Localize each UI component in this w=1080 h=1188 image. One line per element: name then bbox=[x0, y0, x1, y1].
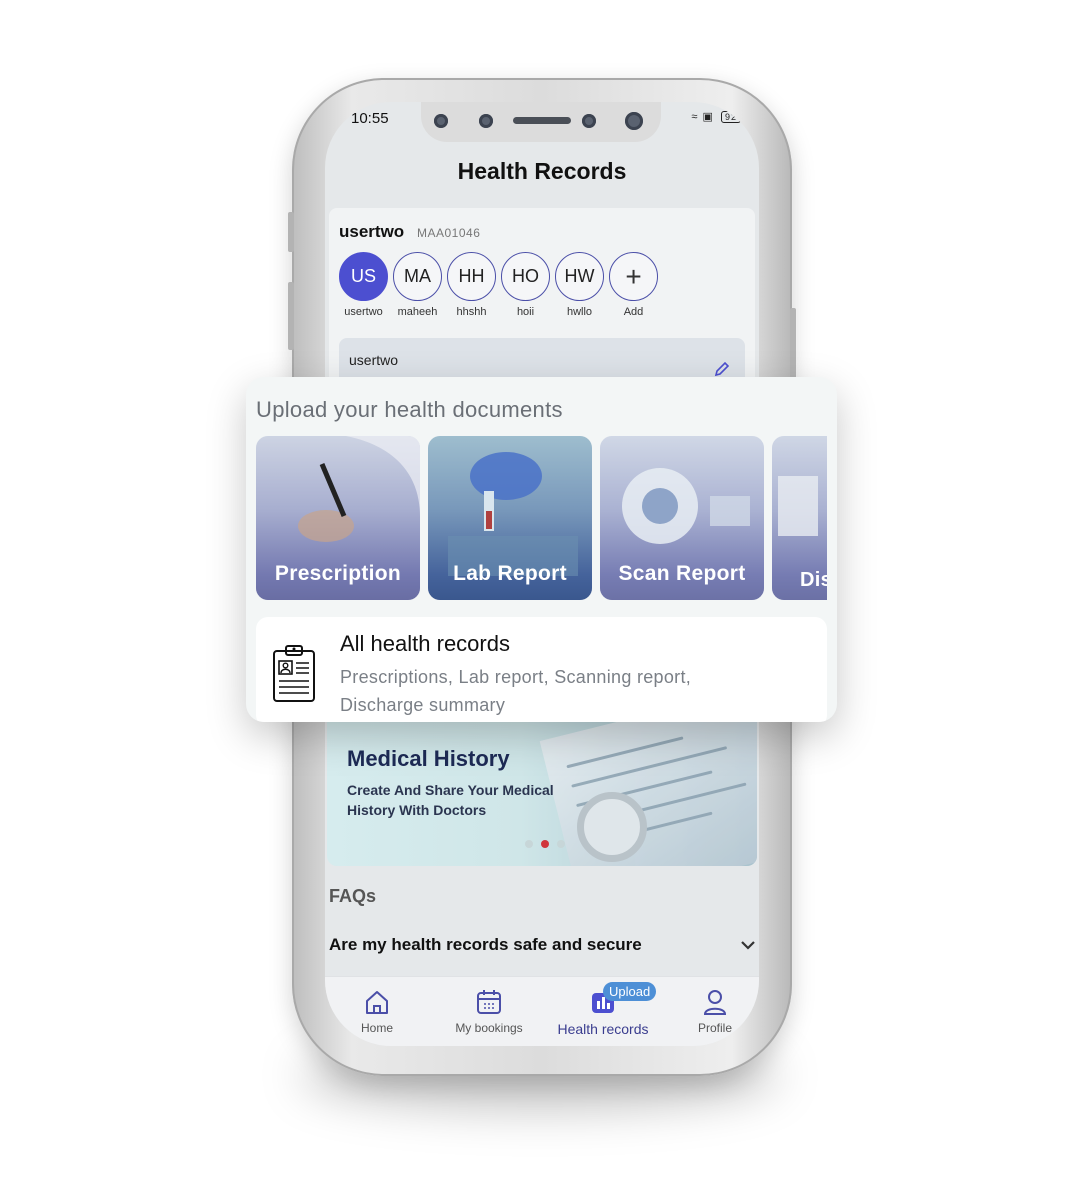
nav-home[interactable]: Home bbox=[327, 987, 427, 1035]
medical-record-clipboard-icon bbox=[273, 645, 315, 702]
side-button bbox=[288, 212, 294, 252]
member-label: hhshh bbox=[456, 306, 487, 318]
tile-label: Dis Su bbox=[800, 569, 827, 591]
member-label: hwllo bbox=[566, 306, 593, 318]
sensor-icon bbox=[479, 114, 493, 128]
member-hwllo[interactable]: HW hwllo bbox=[555, 252, 604, 318]
tile-label: Lab Report bbox=[453, 562, 567, 585]
upload-heading: Upload your health documents bbox=[256, 397, 563, 422]
all-records-subtitle: Prescriptions, Lab report, Scanning repo… bbox=[340, 667, 692, 715]
nav-label: Health records bbox=[557, 1021, 649, 1037]
avatar[interactable]: HH bbox=[447, 252, 496, 301]
status-time: 10:55 bbox=[351, 110, 389, 127]
banner-title: Medical History bbox=[347, 746, 510, 771]
discharge-summary-tile[interactable]: Dis Su bbox=[772, 436, 827, 600]
member-hhshh[interactable]: HH hhshh bbox=[447, 252, 496, 318]
avatar[interactable]: HW bbox=[555, 252, 604, 301]
sim-icon: ▣ bbox=[702, 111, 714, 123]
all-health-records-item[interactable]: All health records Prescriptions, Lab re… bbox=[256, 617, 827, 722]
user-id: MAA01046 bbox=[417, 226, 481, 240]
document-type-carousel: Prescription Lab Report Scan Report Dis bbox=[256, 436, 827, 600]
member-label: Add bbox=[623, 306, 644, 318]
upload-badge[interactable]: Upload bbox=[603, 982, 657, 1001]
nav-label: My bookings bbox=[455, 1021, 523, 1035]
user-icon bbox=[703, 990, 727, 1015]
wifi-icon: ≈ bbox=[691, 111, 699, 123]
camera-notch bbox=[421, 102, 661, 142]
tile-label: Scan Report bbox=[618, 562, 746, 585]
tile-label: Prescription bbox=[274, 562, 402, 585]
add-member-button[interactable]: + Add bbox=[609, 252, 658, 318]
battery-icon: 92 bbox=[720, 111, 741, 123]
front-camera-icon bbox=[625, 112, 643, 130]
status-icons: ≈ ▣ 92 bbox=[691, 110, 741, 123]
sensor-icon bbox=[582, 114, 596, 128]
banner-subtitle: Create And Share Your Medical History Wi… bbox=[347, 782, 554, 818]
selected-member-name: usertwo bbox=[349, 352, 399, 368]
member-maheeh[interactable]: MA maheeh bbox=[393, 252, 442, 318]
stethoscope-icon bbox=[577, 792, 647, 862]
speaker-grille bbox=[513, 117, 571, 124]
upload-documents-card: Upload your health documents Prescriptio… bbox=[246, 377, 837, 722]
nav-profile[interactable]: Profile bbox=[665, 987, 759, 1035]
avatar[interactable]: US bbox=[339, 252, 388, 301]
nav-my-bookings[interactable]: My bookings bbox=[439, 987, 539, 1035]
chevron-down-icon[interactable] bbox=[737, 934, 759, 956]
calendar-icon bbox=[477, 990, 501, 1014]
member-label: maheeh bbox=[397, 306, 438, 318]
plus-icon[interactable]: + bbox=[609, 252, 658, 301]
carousel-dot-active[interactable] bbox=[541, 840, 549, 848]
nav-label: Profile bbox=[697, 1021, 732, 1035]
page-title: Health Records bbox=[457, 158, 627, 184]
all-records-title: All health records bbox=[340, 631, 510, 656]
member-usertwo[interactable]: US usertwo bbox=[339, 252, 388, 318]
lab-report-tile[interactable]: Lab Report bbox=[428, 436, 592, 600]
nav-label: Home bbox=[360, 1021, 393, 1035]
medical-history-banner[interactable]: Medical History Create And Share Your Me… bbox=[327, 722, 757, 866]
member-label: usertwo bbox=[344, 306, 383, 318]
carousel-dot[interactable] bbox=[525, 840, 533, 848]
family-members: US usertwo MA maheeh HH hhshh HO hoii HW… bbox=[339, 252, 658, 318]
faq-heading: FAQs bbox=[329, 886, 377, 906]
home-icon bbox=[366, 991, 388, 1014]
avatar[interactable]: MA bbox=[393, 252, 442, 301]
carousel-dots bbox=[525, 840, 565, 848]
sensor-icon bbox=[434, 114, 448, 128]
member-hoii[interactable]: HO hoii bbox=[501, 252, 550, 318]
bottom-navigation: Home My bookings Health records Upload P… bbox=[325, 976, 759, 1046]
carousel-dot[interactable] bbox=[557, 840, 565, 848]
scan-report-tile[interactable]: Scan Report bbox=[600, 436, 764, 600]
side-button bbox=[288, 282, 294, 350]
user-name: usertwo bbox=[339, 222, 405, 241]
member-label: hoii bbox=[516, 306, 535, 318]
faq-question[interactable]: Are my health records safe and secure bbox=[329, 935, 642, 955]
avatar[interactable]: HO bbox=[501, 252, 550, 301]
pencil-icon[interactable] bbox=[713, 360, 731, 378]
prescription-tile[interactable]: Prescription bbox=[256, 436, 420, 600]
